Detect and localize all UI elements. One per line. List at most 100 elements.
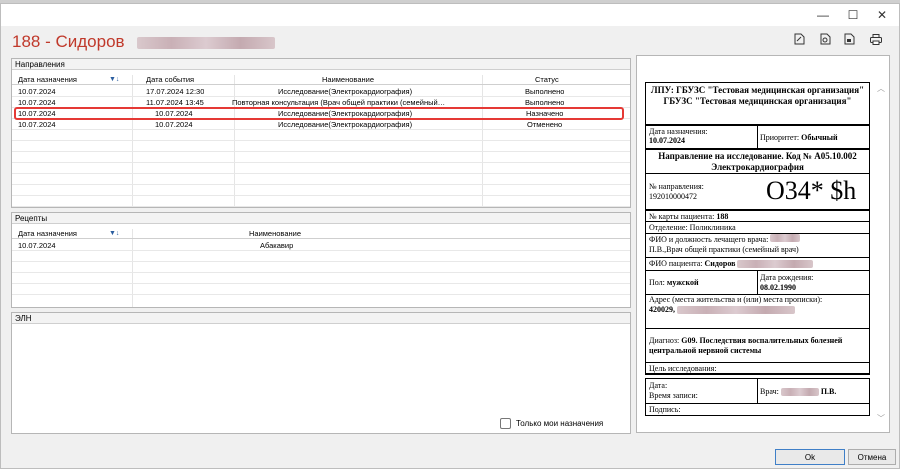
directions-grid: Дата назначения ▼↓ Дата события Наименов… (12, 75, 630, 207)
directions-panel: Направления Дата назначения ▼↓ Дата собы… (11, 58, 631, 208)
filter-icon[interactable]: ▼↓ (109, 230, 119, 237)
only-mine-checkbox[interactable]: Только мои назначения (500, 418, 603, 429)
recipes-header-row: Дата назначения ▼↓ Наименование (12, 229, 630, 239)
doctor-label: ФИО и должность лечащего врача: (649, 235, 769, 244)
doc-toolbar (792, 32, 892, 48)
cell-status: Отменено (527, 120, 563, 129)
doc-date-row: Дата назначения: 10.07.2024 Приоритет: О… (645, 125, 870, 149)
patient-label: ФИО пациента: (649, 259, 703, 268)
birth-label: Дата рождения: (760, 273, 814, 282)
address-value: 420029, (649, 305, 675, 314)
cell-status: Выполнено (525, 87, 565, 96)
cell-name: Исследование(Электрокардиография) (278, 87, 413, 96)
empty-row (12, 142, 630, 152)
redacted-doctor (770, 234, 801, 242)
empty-row (12, 197, 630, 207)
number-label: № направления: (649, 182, 704, 191)
dept-value: Поликлиника (689, 223, 736, 232)
record-time-label: Время записи: (649, 391, 698, 400)
barcode-text: O34* $h (766, 176, 857, 205)
record-date-label: Дата: (649, 381, 668, 390)
date-label: Дата назначения: (649, 127, 708, 136)
redacted-name (137, 36, 276, 49)
scroll-down-icon[interactable]: ﹀ (876, 414, 886, 424)
ok-button[interactable]: Ok (775, 449, 845, 465)
empty-row (12, 274, 630, 284)
checkbox-box[interactable] (500, 418, 511, 429)
col-status[interactable]: Статус (535, 75, 559, 85)
doc-number-row: № направления: 192010000472 O34* $h (645, 174, 870, 210)
number-value: 192010000472 (649, 192, 697, 201)
col-date-assigned[interactable]: Дата назначения (18, 75, 77, 85)
cell-event: 17.07.2024 12:30 (146, 87, 205, 96)
doctor-value: П.В.,Врач общей практики (семейный врач) (649, 245, 799, 254)
cell-name: Абакавир (260, 241, 294, 250)
priority-value: Обычный (801, 133, 838, 142)
eln-title: ЭЛН (12, 313, 630, 324)
page-title: 188 - Сидоров (12, 32, 276, 52)
birth-value: 08.02.1990 (760, 283, 796, 292)
title-bar: — ☐ ✕ (1, 4, 899, 26)
minimize-button[interactable]: — (808, 4, 838, 26)
selection-highlight (14, 107, 624, 120)
col-name[interactable]: Наименование (322, 75, 374, 85)
dept-label: Отделение: (649, 223, 688, 232)
scroll-up-icon[interactable]: ︿ (876, 84, 886, 94)
maximize-button[interactable]: ☐ (838, 4, 868, 26)
edit-document-icon[interactable] (792, 32, 806, 46)
table-row[interactable]: 10.07.2024 Абакавир (12, 241, 630, 251)
card-label: № карты пациента: (649, 212, 715, 221)
directions-title: Направления (12, 59, 630, 70)
doc-header: ЛПУ: ГБУЗС "Тестовая медицинская организ… (645, 82, 870, 125)
empty-row (12, 285, 630, 295)
doctor2-label: Врач: (760, 387, 779, 396)
empty-row (12, 153, 630, 163)
doc-address-row: Адрес (места жительства и (или) места пр… (645, 295, 870, 329)
cell-event: 10.07.2024 (155, 120, 193, 129)
empty-row (12, 131, 630, 141)
doc-direction-title: Направление на исследование. Код № A05.1… (645, 149, 870, 174)
address-label: Адрес (места жительства и (или) места пр… (649, 295, 823, 304)
doc-doctor-row: ФИО и должность лечащего врача: П.В.,Вра… (645, 234, 870, 258)
doc-patient-row: ФИО пациента: Сидоров (645, 258, 870, 271)
date-value: 10.07.2024 (649, 136, 685, 145)
empty-row (12, 164, 630, 174)
table-row[interactable]: 10.07.2024 17.07.2024 12:30 Исследование… (12, 87, 630, 97)
doc-card-row: № карты пациента: 188 (645, 210, 870, 222)
col-date-assigned[interactable]: Дата назначения (18, 229, 77, 239)
doc-sign-row: Подпись: (645, 404, 870, 416)
close-button[interactable]: ✕ (867, 4, 897, 26)
cell-date: 10.07.2024 (18, 120, 56, 129)
redacted-doctor2 (780, 388, 819, 397)
doc-goal-row: Цель исследования: (645, 363, 870, 375)
print-icon[interactable] (869, 32, 883, 46)
eln-panel: ЭЛН (11, 312, 631, 434)
empty-row (12, 263, 630, 273)
table-row[interactable]: 10.07.2024 10.07.2024 Исследование(Элект… (12, 120, 630, 130)
empty-row (12, 175, 630, 185)
doc-dept-row: Отделение: Поликлиника (645, 222, 870, 234)
recipes-grid: Дата назначения ▼↓ Наименование 10.07.20… (12, 229, 630, 307)
cell-name: Исследование(Электрокардиография) (278, 120, 413, 129)
doc-record-row: Дата: Время записи: Врач: П.В. (645, 378, 870, 404)
recipes-title: Рецепты (12, 213, 630, 224)
filter-icon[interactable]: ▼↓ (109, 76, 119, 83)
share-icon[interactable] (842, 32, 856, 46)
cancel-button[interactable]: Отмена (848, 449, 896, 465)
redacted-patient (737, 260, 814, 269)
cell-date: 10.07.2024 (18, 241, 56, 250)
cell-date: 10.07.2024 (18, 87, 56, 96)
export-icon[interactable] (818, 32, 832, 46)
doc-sex-row: Пол: мужской Дата рождения: 08.02.1990 (645, 271, 870, 295)
only-mine-label: Только мои назначения (516, 419, 604, 428)
col-event-date[interactable]: Дата события (146, 75, 194, 85)
recipes-panel: Рецепты Дата назначения ▼↓ Наименование … (11, 212, 631, 308)
card-value: 188 (716, 212, 729, 221)
empty-row (12, 186, 630, 196)
doctor2-value: П.В. (820, 387, 837, 396)
redacted-address (677, 306, 795, 315)
empty-row (12, 252, 630, 262)
col-name[interactable]: Наименование (249, 229, 301, 239)
doc-scrollbar[interactable]: ︿ ﹀ (876, 84, 886, 424)
sex-value: мужской (666, 278, 699, 287)
